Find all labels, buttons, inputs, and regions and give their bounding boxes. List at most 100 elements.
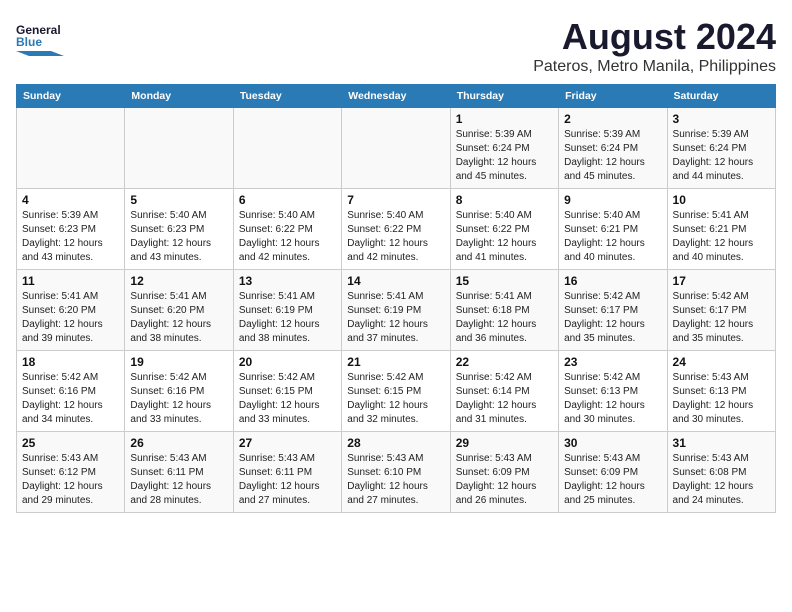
- calendar-cell-2-3: 6 Sunrise: 5:40 AMSunset: 6:22 PMDaylight…: [233, 189, 341, 270]
- day-info: Sunrise: 5:43 AMSunset: 6:11 PMDaylight:…: [239, 452, 336, 508]
- col-thursday: Thursday: [450, 85, 558, 108]
- main-title: August 2024: [533, 16, 776, 58]
- calendar-week-4: 18 Sunrise: 5:42 AMSunset: 6:16 PMDayligh…: [17, 351, 776, 432]
- day-number: 30: [564, 436, 661, 450]
- calendar-cell-5-4: 28Sunrise: 5:43 AMSunset: 6:10 PMDayligh…: [342, 432, 450, 513]
- calendar-week-1: 1 Sunrise: 5:39 AMSunset: 6:24 PMDaylight…: [17, 108, 776, 189]
- day-number: 28: [347, 436, 444, 450]
- day-info: Sunrise: 5:40 AMSunset: 6:23 PMDaylight:…: [130, 209, 227, 265]
- calendar-cell-4-2: 19 Sunrise: 5:42 AMSunset: 6:16 PMDayligh…: [125, 351, 233, 432]
- day-info: Sunrise: 5:42 AMSunset: 6:15 PMDaylight:…: [347, 371, 444, 427]
- calendar-cell-2-7: 10 Sunrise: 5:41 AMSunset: 6:21 PMDayligh…: [667, 189, 775, 270]
- day-info: Sunrise: 5:40 AMSunset: 6:22 PMDaylight:…: [239, 209, 336, 265]
- day-info: Sunrise: 5:42 AMSunset: 6:16 PMDaylight:…: [130, 371, 227, 427]
- day-number: 2: [564, 112, 661, 126]
- day-number: 27: [239, 436, 336, 450]
- col-sunday: Sunday: [17, 85, 125, 108]
- day-number: 6: [239, 193, 336, 207]
- day-info: Sunrise: 5:42 AMSunset: 6:14 PMDaylight:…: [456, 371, 553, 427]
- calendar-cell-4-3: 20 Sunrise: 5:42 AMSunset: 6:15 PMDayligh…: [233, 351, 341, 432]
- col-wednesday: Wednesday: [342, 85, 450, 108]
- calendar-cell-1-6: 2Sunrise: 5:39 AMSunset: 6:24 PMDaylight…: [559, 108, 667, 189]
- day-info: Sunrise: 5:40 AMSunset: 6:21 PMDaylight:…: [564, 209, 661, 265]
- calendar-cell-3-4: 14Sunrise: 5:41 AMSunset: 6:19 PMDayligh…: [342, 270, 450, 351]
- calendar-cell-3-6: 16 Sunrise: 5:42 AMSunset: 6:17 PMDayligh…: [559, 270, 667, 351]
- day-info: Sunrise: 5:39 AMSunset: 6:24 PMDaylight:…: [456, 128, 553, 184]
- calendar-cell-4-4: 21 Sunrise: 5:42 AMSunset: 6:15 PMDayligh…: [342, 351, 450, 432]
- sub-title: Pateros, Metro Manila, Philippines: [533, 58, 776, 76]
- day-number: 31: [673, 436, 770, 450]
- day-number: 20: [239, 355, 336, 369]
- day-info: Sunrise: 5:41 AMSunset: 6:19 PMDaylight:…: [347, 290, 444, 346]
- calendar-cell-1-4: [342, 108, 450, 189]
- title-block: August 2024 Pateros, Metro Manila, Phili…: [533, 16, 776, 76]
- col-tuesday: Tuesday: [233, 85, 341, 108]
- day-number: 26: [130, 436, 227, 450]
- day-number: 21: [347, 355, 444, 369]
- day-info: Sunrise: 5:41 AMSunset: 6:20 PMDaylight:…: [22, 290, 119, 346]
- day-number: 23: [564, 355, 661, 369]
- day-info: Sunrise: 5:40 AMSunset: 6:22 PMDaylight:…: [347, 209, 444, 265]
- logo-icon: General Blue: [16, 16, 64, 56]
- calendar-cell-4-1: 18 Sunrise: 5:42 AMSunset: 6:16 PMDayligh…: [17, 351, 125, 432]
- day-number: 18: [22, 355, 119, 369]
- day-number: 1: [456, 112, 553, 126]
- day-number: 4: [22, 193, 119, 207]
- calendar-cell-3-2: 12 Sunrise: 5:41 AMSunset: 6:20 PMDayligh…: [125, 270, 233, 351]
- day-number: 19: [130, 355, 227, 369]
- day-number: 7: [347, 193, 444, 207]
- day-number: 3: [673, 112, 770, 126]
- calendar-cell-3-1: 11 Sunrise: 5:41 AMSunset: 6:20 PMDayligh…: [17, 270, 125, 351]
- day-info: Sunrise: 5:42 AMSunset: 6:15 PMDaylight:…: [239, 371, 336, 427]
- day-info: Sunrise: 5:42 AMSunset: 6:17 PMDaylight:…: [673, 290, 770, 346]
- calendar-cell-2-1: 4Sunrise: 5:39 AMSunset: 6:23 PMDaylight…: [17, 189, 125, 270]
- calendar-cell-1-2: [125, 108, 233, 189]
- day-info: Sunrise: 5:42 AMSunset: 6:17 PMDaylight:…: [564, 290, 661, 346]
- calendar-cell-3-3: 13 Sunrise: 5:41 AMSunset: 6:19 PMDayligh…: [233, 270, 341, 351]
- col-friday: Friday: [559, 85, 667, 108]
- day-number: 22: [456, 355, 553, 369]
- day-number: 12: [130, 274, 227, 288]
- calendar-cell-1-1: [17, 108, 125, 189]
- calendar-week-3: 11 Sunrise: 5:41 AMSunset: 6:20 PMDayligh…: [17, 270, 776, 351]
- day-number: 16: [564, 274, 661, 288]
- calendar-cell-5-5: 29 Sunrise: 5:43 AMSunset: 6:09 PMDayligh…: [450, 432, 558, 513]
- day-number: 24: [673, 355, 770, 369]
- calendar-cell-2-5: 8Sunrise: 5:40 AMSunset: 6:22 PMDaylight…: [450, 189, 558, 270]
- logo: General Blue: [16, 16, 64, 56]
- day-info: Sunrise: 5:42 AMSunset: 6:16 PMDaylight:…: [22, 371, 119, 427]
- calendar-week-5: 25 Sunrise: 5:43 AMSunset: 6:12 PMDayligh…: [17, 432, 776, 513]
- calendar-cell-1-7: 3Sunrise: 5:39 AMSunset: 6:24 PMDaylight…: [667, 108, 775, 189]
- calendar-cell-2-6: 9 Sunrise: 5:40 AMSunset: 6:21 PMDaylight…: [559, 189, 667, 270]
- calendar-cell-2-2: 5Sunrise: 5:40 AMSunset: 6:23 PMDaylight…: [125, 189, 233, 270]
- day-info: Sunrise: 5:43 AMSunset: 6:09 PMDaylight:…: [456, 452, 553, 508]
- calendar-cell-5-1: 25 Sunrise: 5:43 AMSunset: 6:12 PMDayligh…: [17, 432, 125, 513]
- day-number: 8: [456, 193, 553, 207]
- day-number: 25: [22, 436, 119, 450]
- day-info: Sunrise: 5:43 AMSunset: 6:11 PMDaylight:…: [130, 452, 227, 508]
- day-info: Sunrise: 5:41 AMSunset: 6:19 PMDaylight:…: [239, 290, 336, 346]
- day-number: 9: [564, 193, 661, 207]
- day-number: 13: [239, 274, 336, 288]
- calendar-cell-4-6: 23Sunrise: 5:42 AMSunset: 6:13 PMDayligh…: [559, 351, 667, 432]
- day-number: 10: [673, 193, 770, 207]
- col-monday: Monday: [125, 85, 233, 108]
- calendar-table: Sunday Monday Tuesday Wednesday Thursday…: [16, 84, 776, 513]
- col-saturday: Saturday: [667, 85, 775, 108]
- calendar-header-row: Sunday Monday Tuesday Wednesday Thursday…: [17, 85, 776, 108]
- svg-text:Blue: Blue: [16, 35, 42, 49]
- calendar-cell-1-5: 1 Sunrise: 5:39 AMSunset: 6:24 PMDaylight…: [450, 108, 558, 189]
- calendar-cell-5-3: 27 Sunrise: 5:43 AMSunset: 6:11 PMDayligh…: [233, 432, 341, 513]
- calendar-cell-5-2: 26 Sunrise: 5:43 AMSunset: 6:11 PMDayligh…: [125, 432, 233, 513]
- calendar-cell-3-7: 17Sunrise: 5:42 AMSunset: 6:17 PMDayligh…: [667, 270, 775, 351]
- day-info: Sunrise: 5:41 AMSunset: 6:21 PMDaylight:…: [673, 209, 770, 265]
- calendar-week-2: 4Sunrise: 5:39 AMSunset: 6:23 PMDaylight…: [17, 189, 776, 270]
- calendar-cell-1-3: [233, 108, 341, 189]
- day-info: Sunrise: 5:43 AMSunset: 6:08 PMDaylight:…: [673, 452, 770, 508]
- day-info: Sunrise: 5:43 AMSunset: 6:12 PMDaylight:…: [22, 452, 119, 508]
- calendar-cell-3-5: 15Sunrise: 5:41 AMSunset: 6:18 PMDayligh…: [450, 270, 558, 351]
- day-number: 11: [22, 274, 119, 288]
- calendar-cell-4-7: 24Sunrise: 5:43 AMSunset: 6:13 PMDayligh…: [667, 351, 775, 432]
- day-info: Sunrise: 5:41 AMSunset: 6:20 PMDaylight:…: [130, 290, 227, 346]
- day-number: 29: [456, 436, 553, 450]
